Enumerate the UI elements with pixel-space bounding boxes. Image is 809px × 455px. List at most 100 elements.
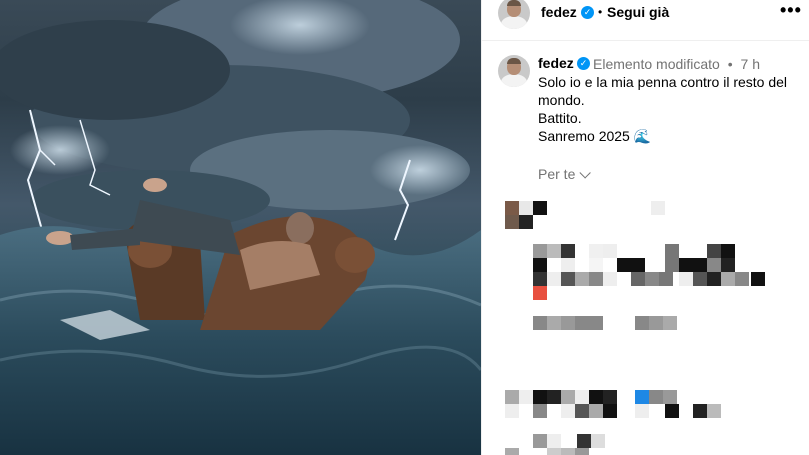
- pixel-block: [665, 258, 679, 272]
- pixel-block: [603, 390, 617, 404]
- pixel-block: [505, 215, 519, 229]
- caption-text: Solo io e la mia penna contro il resto d…: [538, 73, 798, 145]
- pixel-block: [665, 244, 679, 258]
- caption-line: Solo io e la mia penna contro il resto d…: [538, 74, 788, 90]
- pixel-block: [721, 272, 735, 286]
- pixel-block: [693, 272, 707, 286]
- edited-label: Elemento modificato: [593, 56, 720, 72]
- pixel-block: [505, 390, 519, 404]
- pixel-block: [561, 258, 575, 272]
- pixel-block: [533, 244, 547, 258]
- pixel-block: [707, 404, 721, 418]
- pixel-block: [533, 258, 547, 272]
- meta-separator: •: [727, 56, 733, 72]
- pixel-block: [649, 316, 663, 330]
- pixel-block: [547, 244, 561, 258]
- caption-username[interactable]: fedez: [538, 55, 574, 71]
- pixel-block: [505, 404, 519, 418]
- pixel-block: [589, 390, 603, 404]
- pixel-block: [547, 272, 561, 286]
- pixel-block: [659, 272, 673, 286]
- pixel-block: [679, 272, 693, 286]
- see-translation-button[interactable]: Per te: [538, 166, 592, 182]
- pixel-block: [635, 316, 649, 330]
- pixel-block: [519, 390, 533, 404]
- pixel-block: [589, 244, 603, 258]
- pixel-block: [561, 448, 575, 455]
- pixel-block: [735, 272, 749, 286]
- pixel-block: [505, 201, 519, 215]
- header-username[interactable]: fedez: [541, 4, 577, 20]
- pixel-block: [533, 390, 547, 404]
- pixel-block: [533, 201, 547, 215]
- pixel-block: [519, 215, 533, 229]
- post-side-panel: fedez ✓ • Segui già ••• fedez ✓ Elemento…: [481, 0, 809, 455]
- header-separator: •: [598, 5, 603, 19]
- pixel-block: [665, 404, 679, 418]
- timestamp[interactable]: 7 h: [741, 56, 760, 72]
- pixel-block: [547, 448, 561, 455]
- caption-meta: Elemento modificato • 7 h: [593, 56, 760, 72]
- pixel-block: [577, 434, 591, 448]
- pixel-block: [679, 258, 693, 272]
- caption-line: Sanremo 2025 🌊: [538, 127, 798, 145]
- pixelated-comments: [482, 195, 809, 455]
- pixel-block: [707, 258, 721, 272]
- pixel-block: [721, 258, 735, 272]
- pixel-block: [631, 272, 645, 286]
- pixel-block: [547, 390, 561, 404]
- follow-status-button[interactable]: Segui già: [607, 4, 669, 20]
- pixel-block: [505, 448, 519, 455]
- pixel-block: [561, 316, 575, 330]
- chevron-down-icon: [579, 167, 592, 179]
- pixel-block: [693, 258, 707, 272]
- caption-avatar[interactable]: [498, 55, 530, 87]
- pixel-block: [591, 434, 605, 448]
- pixel-block: [603, 244, 617, 258]
- pixel-block: [561, 390, 575, 404]
- pixel-block: [707, 244, 721, 258]
- pixel-block: [651, 201, 665, 215]
- post-header: fedez ✓ • Segui già •••: [482, 0, 809, 41]
- caption-line: Battito.: [538, 110, 582, 126]
- post-image[interactable]: [0, 0, 481, 455]
- avatar[interactable]: [498, 0, 530, 29]
- pixel-block: [547, 316, 561, 330]
- pixel-block: [617, 258, 631, 272]
- pixel-block: [575, 316, 589, 330]
- more-options-icon[interactable]: •••: [780, 1, 802, 19]
- verified-badge-icon: ✓: [581, 6, 594, 19]
- pixel-block: [751, 272, 765, 286]
- pixel-block: [603, 404, 617, 418]
- pixel-block: [603, 272, 617, 286]
- wave-emoji-icon: 🌊: [633, 128, 652, 144]
- pixel-block: [589, 258, 603, 272]
- pixel-block: [721, 244, 735, 258]
- pixel-block: [663, 316, 677, 330]
- pixel-block: [589, 404, 603, 418]
- pixel-block: [631, 258, 645, 272]
- pixel-block: [635, 390, 649, 404]
- pixel-block: [533, 316, 547, 330]
- pixel-block: [561, 244, 575, 258]
- pixel-block: [649, 390, 663, 404]
- pixel-block: [533, 434, 547, 448]
- pixel-block: [533, 272, 547, 286]
- pixel-block: [547, 434, 561, 448]
- pixel-block: [533, 286, 547, 300]
- pixel-block: [645, 272, 659, 286]
- caption-verified-badge-icon: ✓: [577, 57, 590, 70]
- pixel-block: [575, 404, 589, 418]
- stormy-sea-illustration: [0, 0, 481, 455]
- pixel-block: [533, 404, 547, 418]
- pixel-block: [575, 448, 589, 455]
- pixel-block: [519, 201, 533, 215]
- pixel-block: [693, 404, 707, 418]
- translate-label: Per te: [538, 166, 576, 182]
- pixel-block: [575, 272, 589, 286]
- pixel-block: [663, 390, 677, 404]
- pixel-block: [575, 390, 589, 404]
- pixel-block: [561, 272, 575, 286]
- pixel-block: [707, 272, 721, 286]
- pixel-block: [589, 272, 603, 286]
